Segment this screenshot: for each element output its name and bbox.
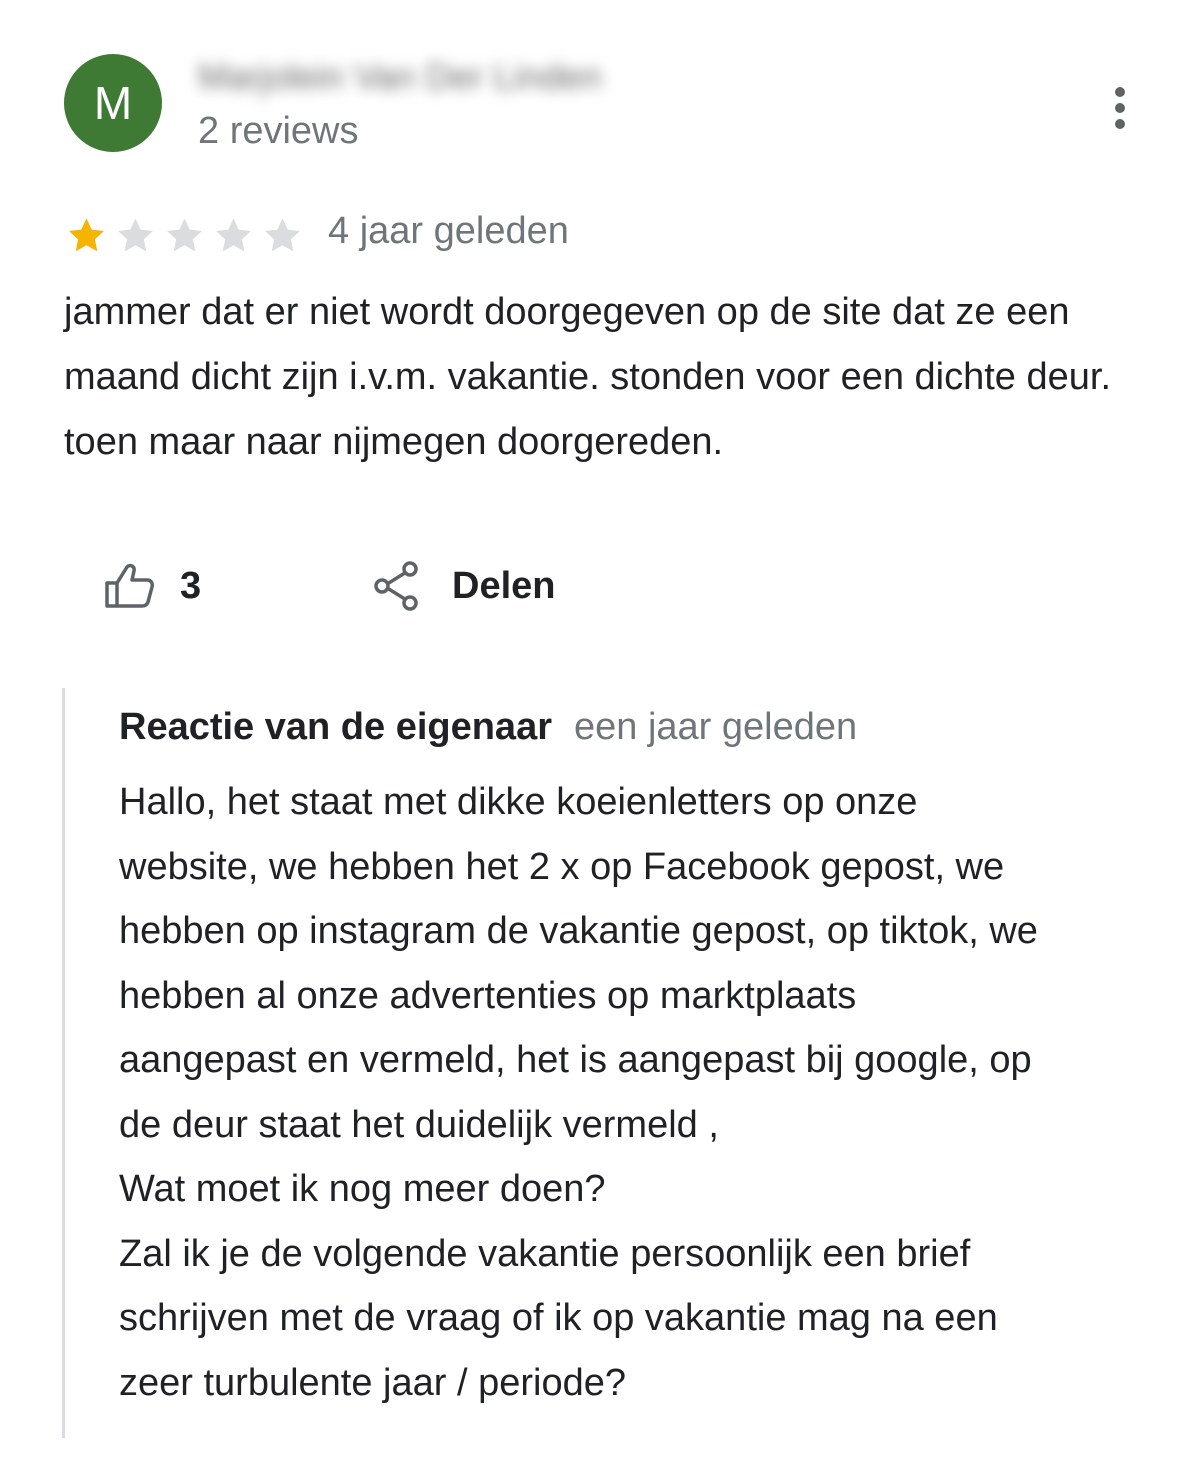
like-count: 3 — [180, 564, 202, 607]
reply-line: website, we hebben het 2 x op Facebook g… — [119, 845, 1005, 888]
review-time: 4 jaar geleden — [328, 210, 569, 252]
reply-line: hebben al onze advertenties op marktplaa… — [119, 974, 857, 1017]
owner-reply: Reactie van de eigenaar een jaar geleden … — [62, 688, 1165, 1438]
reply-line: schrijven met de vraag of ik op vakantie… — [119, 1297, 998, 1339]
star-icon — [69, 218, 104, 252]
reply-line: Zal ik je de volgende vakantie persoonli… — [119, 1232, 971, 1275]
owner-reply-time: een jaar geleden — [574, 706, 858, 748]
avatar[interactable]: M — [64, 54, 162, 152]
star-rating — [62, 212, 307, 260]
owner-reply-header: Reactie van de eigenaar een jaar geleden — [119, 706, 857, 749]
star-icon — [265, 218, 300, 252]
more-vert-icon — [1115, 87, 1125, 129]
like-button[interactable]: 3 — [104, 558, 201, 614]
share-button[interactable]: Delen — [374, 558, 555, 614]
star-icon — [167, 218, 202, 252]
review-text: jammer dat er niet wordt doorgegeven op … — [64, 291, 1112, 463]
share-label: Delen — [452, 564, 556, 607]
reply-line: Wat moet ik nog meer doen? — [119, 1168, 606, 1210]
reply-line: de deur staat het duidelijk vermeld , — [119, 1103, 719, 1146]
reply-line: hebben op instagram de vakantie gepost, … — [119, 910, 1038, 952]
share-icon — [374, 561, 418, 611]
owner-reply-title: Reactie van de eigenaar — [119, 706, 552, 748]
reply-line: zeer turbulente jaar / periode? — [119, 1361, 626, 1404]
reply-line: aangepast en vermeld, het is aangepast b… — [119, 1039, 1032, 1081]
star-icon — [216, 218, 251, 252]
reviewer-name[interactable]: Marjolein Van Der Linden — [198, 56, 602, 98]
reply-line: Hallo, het staat met dikke koeienletters… — [119, 781, 918, 823]
owner-reply-text: Hallo, het staat met dikke koeienletters… — [119, 770, 1159, 1415]
thumbs-up-icon — [105, 563, 154, 608]
review-count[interactable]: 2 reviews — [198, 110, 359, 153]
star-icon — [118, 218, 153, 252]
more-options-button[interactable] — [1100, 82, 1140, 138]
